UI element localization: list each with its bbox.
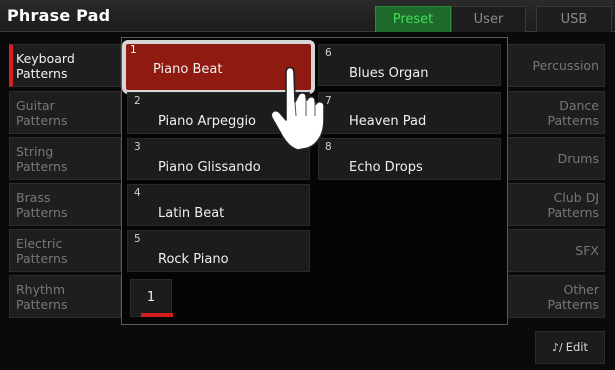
category-sfx[interactable]: SFX (507, 229, 605, 272)
phrase-pad-screen: Phrase Pad Preset User USB Keyboard Patt… (0, 0, 615, 370)
category-dance-patterns[interactable]: Dance Patterns (507, 91, 605, 134)
category-keyboard-patterns[interactable]: Keyboard Patterns (9, 44, 121, 87)
category-rhythm-patterns[interactable]: Rhythm Patterns (9, 275, 121, 318)
phrase-name: Latin Beat (158, 206, 225, 221)
phrase-number: 5 (134, 233, 141, 245)
phrase-number: 4 (134, 187, 141, 199)
phrase-number: 3 (134, 141, 141, 153)
category-drums[interactable]: Drums (507, 137, 605, 180)
category-label-line1: Brass (16, 190, 51, 205)
pointing-hand-icon (270, 66, 325, 151)
category-electric-patterns[interactable]: Electric Patterns (9, 229, 121, 272)
category-label-line2: Patterns (547, 297, 599, 312)
page-button[interactable]: 1 (130, 279, 172, 317)
tab-user[interactable]: User (451, 6, 526, 32)
phrase-number: 2 (134, 95, 141, 107)
category-label-line2: Patterns (16, 66, 68, 81)
category-label-line1: Electric (16, 236, 63, 251)
tab-usb[interactable]: USB (536, 6, 612, 32)
phrase-name: Heaven Pad (349, 114, 427, 129)
phrase-slot-5[interactable]: 5 Rock Piano (127, 230, 310, 272)
phrase-name: Piano Arpeggio (158, 114, 257, 129)
phrase-name: Rock Piano (158, 252, 229, 267)
phrase-slot-4[interactable]: 4 Latin Beat (127, 184, 310, 226)
category-label-line2: Patterns (16, 159, 68, 174)
category-label-line2: Patterns (16, 297, 68, 312)
category-label-line1: Dance (559, 98, 599, 113)
category-percussion[interactable]: Percussion (507, 44, 605, 87)
category-label-line1: Rhythm (16, 282, 66, 297)
category-other-patterns[interactable]: Other Patterns (507, 275, 605, 318)
category-label-line2: Patterns (547, 205, 599, 220)
category-label-line1: Club DJ (553, 190, 599, 205)
page-title: Phrase Pad (7, 6, 111, 25)
header-bar: Phrase Pad Preset User USB (0, 0, 615, 32)
phrase-name: Echo Drops (349, 160, 423, 175)
category-string-patterns[interactable]: String Patterns (9, 137, 121, 180)
category-label-line2: Patterns (547, 113, 599, 128)
tab-preset[interactable]: Preset (375, 6, 451, 32)
edit-label: Edit (565, 340, 588, 354)
edit-button[interactable]: ♪∕ Edit (535, 331, 605, 364)
music-edit-icon: ♪∕ (551, 341, 563, 354)
category-label-line2: Patterns (16, 113, 68, 128)
category-label-line1: Keyboard (16, 51, 75, 66)
category-brass-patterns[interactable]: Brass Patterns (9, 183, 121, 226)
category-guitar-patterns[interactable]: Guitar Patterns (9, 91, 121, 134)
category-label-line1: String (16, 144, 54, 159)
page-indicator (141, 313, 173, 317)
category-label-line1: Other (563, 282, 600, 297)
category-label-line2: Patterns (16, 251, 68, 266)
phrase-name: Piano Glissando (158, 160, 261, 175)
phrase-name: Blues Organ (349, 66, 429, 81)
category-club-dj-patterns[interactable]: Club DJ Patterns (507, 183, 605, 226)
category-label-line1: SFX (575, 243, 599, 258)
phrase-name: Piano Beat (153, 62, 223, 77)
phrase-number: 6 (325, 47, 332, 59)
category-label-line1: Guitar (16, 98, 55, 113)
category-label-line1: Percussion (532, 58, 599, 73)
category-label-line2: Patterns (16, 205, 68, 220)
phrase-number: 1 (130, 44, 137, 56)
category-label-line1: Drums (557, 151, 599, 166)
